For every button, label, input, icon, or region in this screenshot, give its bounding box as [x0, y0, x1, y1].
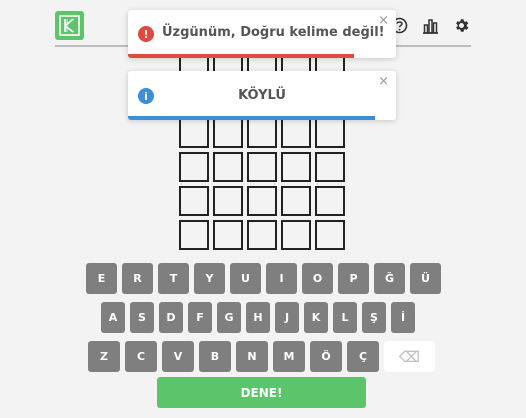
key-i-dotted[interactable]: İ	[391, 302, 415, 333]
board-row	[179, 118, 345, 148]
letter-cell	[247, 152, 277, 182]
letter-cell	[179, 152, 209, 182]
keyboard-row-2: A S D F G H J K L Ş İ	[101, 302, 415, 333]
logo-k-icon	[59, 15, 80, 36]
key-e[interactable]: E	[86, 263, 117, 294]
letter-cell	[179, 186, 209, 216]
letter-cell	[281, 152, 311, 182]
key-j[interactable]: J	[275, 302, 299, 333]
key-s-cedilla[interactable]: Ş	[362, 302, 386, 333]
board-row	[179, 186, 345, 216]
keyboard-row-3: Z C V B N M Ö Ç ⌫	[88, 341, 435, 372]
key-r[interactable]: R	[122, 263, 153, 294]
letter-cell	[315, 220, 345, 250]
key-s[interactable]: S	[130, 302, 154, 333]
backspace-icon[interactable]: ⌫	[384, 341, 435, 372]
board-row	[179, 152, 345, 182]
key-t[interactable]: T	[158, 263, 189, 294]
key-f[interactable]: F	[188, 302, 212, 333]
letter-cell	[315, 152, 345, 182]
board-row	[179, 220, 345, 250]
key-b[interactable]: B	[199, 341, 231, 372]
answer-word: KÖYLÜ	[238, 88, 286, 103]
keyboard-row-1: E R T Y U I O P Ğ Ü	[86, 263, 441, 294]
info-toast: i KÖYLÜ ×	[128, 71, 396, 120]
key-v[interactable]: V	[162, 341, 194, 372]
close-icon[interactable]: ×	[378, 14, 389, 28]
key-g[interactable]: G	[217, 302, 241, 333]
letter-cell	[281, 118, 311, 148]
key-a[interactable]: A	[101, 302, 125, 333]
settings-icon[interactable]	[452, 16, 470, 34]
letter-cell	[247, 220, 277, 250]
key-o[interactable]: O	[302, 263, 333, 294]
letter-cell	[315, 118, 345, 148]
key-h[interactable]: H	[246, 302, 270, 333]
key-m[interactable]: M	[273, 341, 305, 372]
toast-progress-bar	[128, 54, 354, 58]
letter-cell	[281, 220, 311, 250]
letter-cell	[247, 118, 277, 148]
key-o-umlaut[interactable]: Ö	[310, 341, 342, 372]
toast-progress-bar	[128, 116, 375, 120]
letter-cell	[213, 118, 243, 148]
key-c[interactable]: C	[125, 341, 157, 372]
letter-cell	[213, 152, 243, 182]
key-g-breve[interactable]: Ğ	[374, 263, 405, 294]
error-icon: !	[138, 26, 154, 42]
letter-cell	[281, 186, 311, 216]
letter-cell	[213, 220, 243, 250]
letter-cell	[179, 220, 209, 250]
close-icon[interactable]: ×	[378, 75, 389, 89]
stats-icon[interactable]	[421, 16, 439, 34]
key-y[interactable]: Y	[194, 263, 225, 294]
letter-cell	[179, 118, 209, 148]
key-i[interactable]: I	[266, 263, 297, 294]
key-k[interactable]: K	[304, 302, 328, 333]
key-n[interactable]: N	[236, 341, 268, 372]
logo-icon[interactable]	[55, 11, 84, 40]
key-l[interactable]: L	[333, 302, 357, 333]
key-p[interactable]: P	[338, 263, 369, 294]
key-z[interactable]: Z	[88, 341, 120, 372]
key-d[interactable]: D	[159, 302, 183, 333]
error-toast: ! Üzgünüm, Doğru kelime değil! ×	[128, 10, 396, 58]
letter-cell	[247, 186, 277, 216]
key-c-cedilla[interactable]: Ç	[347, 341, 379, 372]
submit-button[interactable]: DENE!	[157, 377, 366, 408]
letter-cell	[315, 186, 345, 216]
letter-cell	[213, 186, 243, 216]
key-u[interactable]: U	[230, 263, 261, 294]
key-u-umlaut[interactable]: Ü	[410, 263, 441, 294]
error-message: Üzgünüm, Doğru kelime değil!	[162, 25, 385, 40]
